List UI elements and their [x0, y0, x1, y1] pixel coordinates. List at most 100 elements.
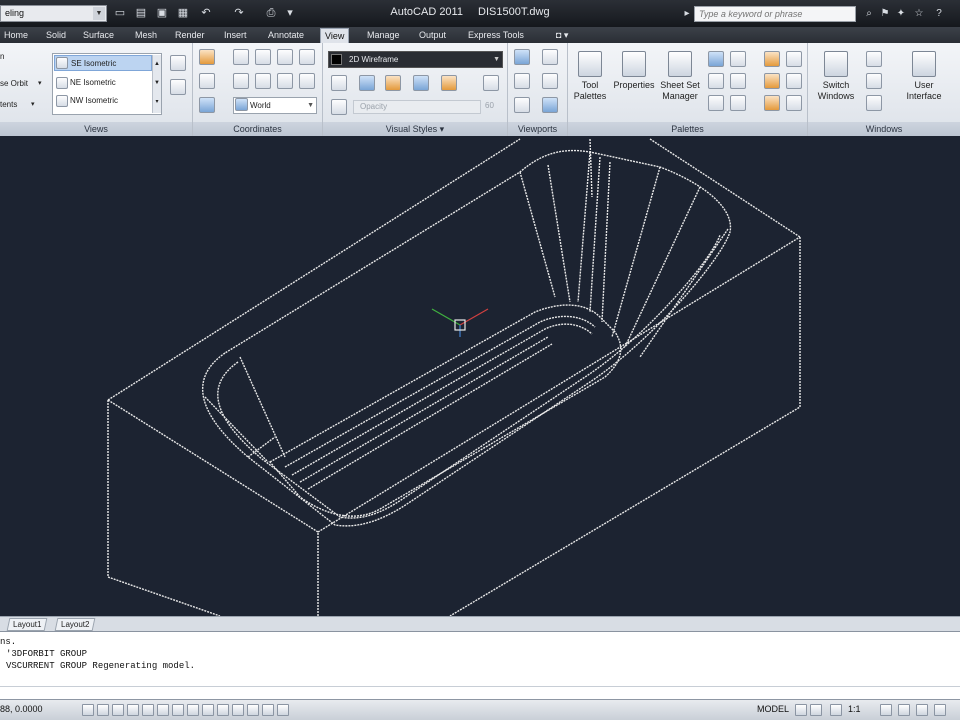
viewport-layout-icon[interactable]: [542, 97, 558, 113]
tool-palettes-button[interactable]: Tool Palettes: [568, 49, 612, 119]
tab-insert[interactable]: Insert: [220, 28, 251, 43]
edge-effects-icon[interactable]: [331, 75, 347, 91]
design-center-icon[interactable]: [730, 51, 746, 67]
save-as-icon[interactable]: ▦: [176, 6, 190, 20]
user-interface-button[interactable]: User Interface: [902, 49, 946, 119]
visual-styles-manager-icon[interactable]: [786, 73, 802, 89]
tab-surface[interactable]: Surface: [79, 28, 118, 43]
chevron-right-icon[interactable]: ▸: [680, 7, 694, 21]
ucs-3point-icon[interactable]: [277, 49, 293, 65]
view-manager-icon[interactable]: [170, 79, 186, 95]
am-icon[interactable]: [277, 704, 289, 716]
ucs-view-icon[interactable]: [199, 97, 215, 113]
save-icon[interactable]: ▣: [155, 6, 169, 20]
ucs-origin-icon[interactable]: [233, 49, 249, 65]
drawing-canvas[interactable]: [0, 137, 960, 616]
render-icon[interactable]: [764, 73, 780, 89]
palette-toggle-icon[interactable]: [708, 51, 724, 67]
annotation-scale-icon[interactable]: [830, 704, 842, 716]
view-ne-isometric[interactable]: NE Isometric: [54, 75, 152, 91]
clean-screen-icon[interactable]: [934, 704, 946, 716]
materials-icon[interactable]: [413, 75, 429, 91]
lwt-icon[interactable]: [217, 704, 229, 716]
lock-icon[interactable]: [916, 704, 928, 716]
ucs-z-axis-icon[interactable]: [255, 49, 271, 65]
shadows-icon[interactable]: [385, 75, 401, 91]
dyn-icon[interactable]: [202, 704, 214, 716]
layer-icon[interactable]: [708, 95, 724, 111]
help-icon[interactable]: ⚑: [878, 7, 892, 21]
tile-vertical-icon[interactable]: [866, 73, 882, 89]
annotation-visibility-icon[interactable]: [880, 704, 892, 716]
search-icon[interactable]: ⌕: [862, 7, 876, 21]
tools-icon[interactable]: ✦: [894, 7, 908, 21]
workspace-dropdown[interactable]: eling ▼: [0, 5, 107, 22]
command-window[interactable]: ns. '3DFORBIT GROUP VSCURRENT GROUP Rege…: [0, 631, 960, 699]
qat-dropdown-icon[interactable]: ▾: [283, 6, 297, 20]
visual-style-combo[interactable]: 2D Wireframe ▼: [328, 51, 503, 68]
sphere-icon[interactable]: [483, 75, 499, 91]
view-se-isometric[interactable]: SE Isometric: [54, 55, 152, 71]
ucs-y-icon[interactable]: [277, 73, 293, 89]
layout-view-icon[interactable]: [795, 704, 807, 716]
sheet-set-manager-button[interactable]: Sheet Set Manager: [658, 49, 702, 119]
properties-button[interactable]: Properties: [612, 49, 656, 119]
search-input[interactable]: [694, 6, 856, 22]
views-left-item-2[interactable]: se Orbit: [0, 76, 28, 92]
views-left-item-1[interactable]: n: [0, 49, 4, 65]
ucs-icon[interactable]: [199, 49, 215, 65]
named-viewports-icon[interactable]: [542, 49, 558, 65]
ucs-x-icon[interactable]: [299, 49, 315, 65]
star-icon[interactable]: ☆: [912, 7, 926, 21]
markup-icon[interactable]: [730, 73, 746, 89]
quick-view-icon[interactable]: [810, 704, 822, 716]
redo-icon[interactable]: ↷: [232, 6, 246, 20]
ucs-world-icon[interactable]: [199, 73, 215, 89]
tab-solid[interactable]: Solid: [42, 28, 70, 43]
materials-browser-icon[interactable]: [764, 51, 780, 67]
ortho-icon[interactable]: [112, 704, 124, 716]
tab-view[interactable]: View: [320, 28, 350, 43]
tab-mesh[interactable]: Mesh: [131, 28, 161, 43]
sun-icon[interactable]: [786, 95, 802, 111]
ucs-face-icon[interactable]: [233, 73, 249, 89]
command-input[interactable]: [0, 686, 960, 700]
visual-styles-panel-title[interactable]: Visual Styles ▾: [323, 122, 507, 136]
ducs-icon[interactable]: [187, 704, 199, 716]
lights-icon[interactable]: [786, 51, 802, 67]
tile-horizontal-icon[interactable]: [866, 51, 882, 67]
command-line-icon[interactable]: [708, 73, 724, 89]
workspace-switch-icon[interactable]: [898, 704, 910, 716]
polar-icon[interactable]: [127, 704, 139, 716]
cascade-icon[interactable]: [866, 95, 882, 111]
advanced-render-icon[interactable]: [764, 95, 780, 111]
ribbon-toggle-icon[interactable]: ◘ ▾: [552, 28, 572, 43]
tab-render[interactable]: Render: [171, 28, 209, 43]
ucs-object-icon[interactable]: [255, 73, 271, 89]
views-left-item-3[interactable]: tents: [0, 97, 17, 113]
zoom-icon[interactable]: [170, 55, 186, 71]
grid-icon[interactable]: [97, 704, 109, 716]
undo-icon[interactable]: ↶: [199, 6, 213, 20]
view-nw-isometric[interactable]: NW Isometric: [54, 93, 152, 109]
tpy-icon[interactable]: [232, 704, 244, 716]
tab-output[interactable]: Output: [415, 28, 450, 43]
join-viewports-icon[interactable]: [514, 73, 530, 89]
sc-icon[interactable]: [262, 704, 274, 716]
otrack-icon[interactable]: [172, 704, 184, 716]
tab-manage[interactable]: Manage: [363, 28, 404, 43]
restore-viewports-icon[interactable]: [514, 97, 530, 113]
ucs-z-icon[interactable]: [299, 73, 315, 89]
new-file-icon[interactable]: ▭: [113, 6, 127, 20]
model-space-toggle[interactable]: MODEL: [757, 704, 789, 714]
switch-windows-button[interactable]: Switch Windows: [814, 49, 858, 119]
osnap-icon[interactable]: [142, 704, 154, 716]
snap-icon[interactable]: [82, 704, 94, 716]
clip-viewport-icon[interactable]: [542, 73, 558, 89]
lighting-icon[interactable]: [359, 75, 375, 91]
gallery-scroll[interactable]: ▲ ▼ ▾: [152, 55, 161, 113]
tab-layout2[interactable]: Layout2: [54, 618, 96, 631]
calculator-icon[interactable]: [730, 95, 746, 111]
tab-layout1[interactable]: Layout1: [6, 618, 48, 631]
tab-annotate[interactable]: Annotate: [264, 28, 308, 43]
